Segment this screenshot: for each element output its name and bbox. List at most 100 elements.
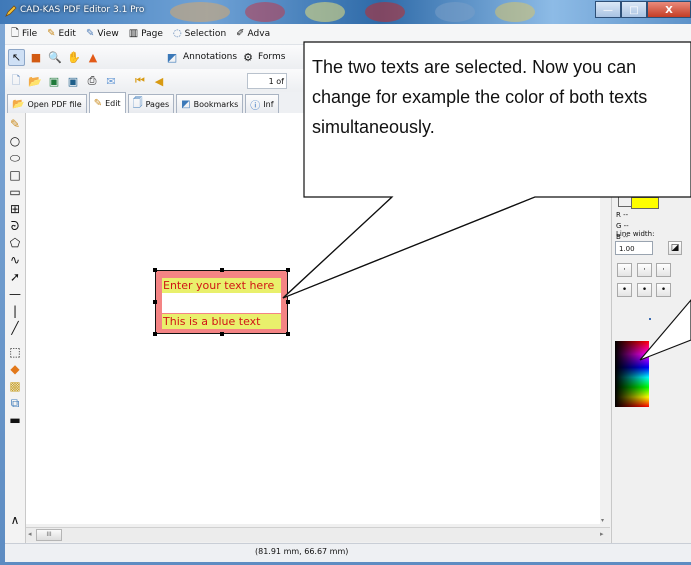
line-width-input[interactable]: 1.00 <box>615 241 653 255</box>
vertical-line-tool-icon[interactable]: | <box>8 304 22 318</box>
page-counter-field[interactable]: 1 of <box>247 73 287 89</box>
forms-label[interactable]: Forms <box>258 52 285 62</box>
prev-page-button[interactable]: ◀ <box>151 73 167 89</box>
export-button[interactable]: ✉ <box>103 73 119 89</box>
callout-line-3: simultaneously. <box>312 117 435 137</box>
menu-page[interactable]: ▥ Page <box>129 29 163 40</box>
pattern-tool-icon[interactable]: ▩ <box>8 379 22 393</box>
dot-style-large-3[interactable]: • <box>656 283 671 297</box>
annotations-label[interactable]: Annotations <box>183 52 237 62</box>
tab-label: Bookmarks <box>193 99 239 109</box>
tab-pages[interactable]: 🗍 Pages <box>127 94 175 113</box>
rectangle-tool-icon[interactable]: ▭ <box>8 185 22 199</box>
menu-advanced[interactable]: ✐ Adva <box>236 29 270 40</box>
dot-style-small-3[interactable]: · <box>656 263 671 277</box>
save-as-button[interactable]: ▣ <box>65 73 81 89</box>
taskbar-deco <box>495 2 535 22</box>
tab-bookmarks[interactable]: ◩ Bookmarks <box>176 94 244 113</box>
pencil-icon: ✎ <box>93 97 103 109</box>
zoom-button[interactable]: 🔍 <box>47 49 63 65</box>
export-icon: ✉ <box>106 74 116 88</box>
select-rect-button[interactable]: ■ <box>28 49 44 65</box>
save-button[interactable]: ▣ <box>46 73 62 89</box>
square-tool-icon[interactable]: □ <box>8 168 22 182</box>
horizontal-scrollbar[interactable]: ◂ III ▸ <box>26 527 610 542</box>
polyline-tool-icon[interactable]: ᘒ <box>8 219 22 233</box>
printer-icon: ⎙ <box>87 74 97 87</box>
image-tool-icon[interactable]: ⧉ <box>8 396 22 410</box>
resize-handle[interactable] <box>220 332 224 336</box>
status-bar: (81.91 mm, 66.67 mm) <box>5 543 691 562</box>
minimize-button[interactable]: — <box>595 1 621 18</box>
scroll-right-arrow[interactable]: ▸ <box>600 530 604 538</box>
taskbar-deco <box>305 2 345 22</box>
properties-panel <box>611 113 691 543</box>
text-object-2[interactable]: This is a blue text <box>162 314 281 329</box>
tab-label: Open PDF file <box>27 99 82 109</box>
annotations-button[interactable]: ◩ <box>164 49 180 65</box>
circle-tool-icon[interactable]: ○ <box>8 134 22 148</box>
resize-handle[interactable] <box>220 268 224 272</box>
tab-edit[interactable]: ✎ Edit <box>88 92 126 113</box>
line-weight-tool-icon[interactable]: ▬ <box>8 413 22 427</box>
color-spectrum-picker[interactable] <box>615 341 649 407</box>
ruler-icon: ◪ <box>670 243 680 253</box>
save-icon: ▣ <box>48 74 60 88</box>
new-button[interactable]: 🗋 <box>8 73 24 89</box>
taskbar-deco <box>435 2 475 22</box>
resize-handle[interactable] <box>153 300 157 304</box>
horizontal-line-tool-icon[interactable]: — <box>8 287 22 301</box>
menu-selection-label: Selection <box>184 29 227 39</box>
resize-handle[interactable] <box>153 332 157 336</box>
scroll-thumb[interactable]: III <box>36 529 62 541</box>
diagonal-line-tool-icon[interactable]: ╱ <box>8 321 22 335</box>
menu-selection[interactable]: ◌ Selection <box>173 29 227 40</box>
open-button[interactable]: 📂 <box>27 73 43 89</box>
menu-bar: 🗋 File ✎ Edit ✎ View ▥ Page ◌ Selection ✐ Adva <box>5 24 691 45</box>
ellipse-tool-icon[interactable]: ⬭ <box>8 151 22 165</box>
drawing-tool-column: ✎ ○ ⬭ □ ▭ ⊞ ᘒ ⬠ ∿ ➚ — | ╱ ⬚ ◆ ▩ ⧉ ▬ ∧ <box>5 113 26 545</box>
menu-edit[interactable]: ✎ Edit <box>47 29 76 40</box>
green-value-label: G -- <box>616 222 629 230</box>
info-icon: ⓘ <box>250 100 261 112</box>
curve-tool-icon[interactable]: ∿ <box>8 253 22 267</box>
text-object-1[interactable]: Enter your text here <box>162 278 281 293</box>
table-tool-icon[interactable]: ⊞ <box>8 202 22 216</box>
text-tool-button[interactable]: ▲ <box>85 49 101 65</box>
scroll-down-arrow[interactable]: ▾ <box>601 517 604 524</box>
pointer-tool-button[interactable]: ↖ <box>8 48 25 66</box>
scroll-left-arrow[interactable]: ◂ <box>28 530 32 538</box>
magnifier-icon: 🔍 <box>48 50 62 64</box>
dot-style-small-1[interactable]: · <box>617 263 632 277</box>
hand-button[interactable]: ✋ <box>66 49 82 65</box>
tab-info[interactable]: ⓘ Inf <box>245 94 279 113</box>
dot-style-large-1[interactable]: • <box>617 283 632 297</box>
first-page-button[interactable]: ⏮ <box>132 73 148 89</box>
fill-tool-icon[interactable]: ◆ <box>8 362 22 376</box>
selected-color-swatch[interactable] <box>631 197 659 209</box>
resize-handle[interactable] <box>286 332 290 336</box>
pencil-tool-icon[interactable]: ✎ <box>8 117 22 131</box>
forms-button[interactable]: ⚙ <box>240 49 256 65</box>
resize-handle[interactable] <box>286 300 290 304</box>
select-area-tool-icon[interactable]: ⬚ <box>8 345 22 359</box>
dot-style-small-2[interactable]: · <box>637 263 652 277</box>
print-button[interactable]: ⎙ <box>84 73 100 89</box>
polygon-tool-icon[interactable]: ⬠ <box>8 236 22 250</box>
menu-file[interactable]: 🗋 File <box>11 29 37 40</box>
menu-view-label: View <box>97 29 119 39</box>
arrow-tool-icon[interactable]: ➚ <box>8 270 22 284</box>
resize-handle[interactable] <box>153 268 157 272</box>
tab-open-pdf-file[interactable]: 📂 Open PDF file <box>7 94 87 113</box>
caret-tool-icon[interactable]: ∧ <box>8 513 22 527</box>
close-button[interactable]: X <box>647 1 691 18</box>
line-width-picker-button[interactable]: ◪ <box>668 241 682 255</box>
resize-handle[interactable] <box>286 268 290 272</box>
dot-style-large-2[interactable]: • <box>637 283 652 297</box>
menu-view[interactable]: ✎ View <box>86 29 119 40</box>
maximize-button[interactable]: □ <box>621 1 647 18</box>
document-canvas[interactable] <box>26 113 609 524</box>
folder-icon: 📂 <box>28 74 42 88</box>
vertical-scrollbar[interactable]: ▾ <box>600 113 610 527</box>
pointer-icon: ↖ <box>11 50 22 64</box>
